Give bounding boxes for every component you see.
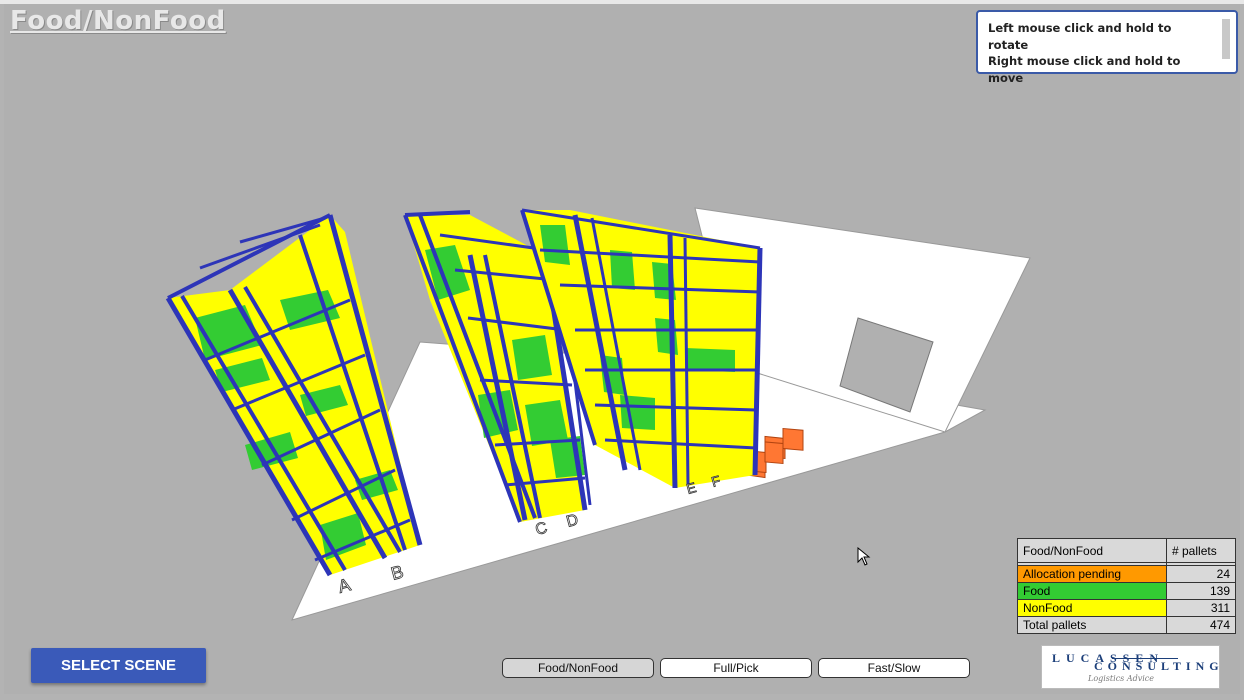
help-line-rotate: Left mouse click and hold to rotate xyxy=(988,21,1172,52)
legend-total-label: Total pallets xyxy=(1017,616,1167,634)
legend-count-header: # pallets xyxy=(1166,538,1236,563)
legend-label-pending: Allocation pending xyxy=(1017,565,1167,583)
legend-value-pending: 24 xyxy=(1166,565,1236,583)
legend-total-value: 474 xyxy=(1166,616,1236,634)
legend-value-nonfood: 311 xyxy=(1166,599,1236,617)
legend-label-nonfood: NonFood xyxy=(1017,599,1167,617)
help-line-move: Right mouse click and hold to xyxy=(988,54,1181,68)
logo-tagline: Logistics Advice xyxy=(1088,674,1155,683)
legend-table: Food/NonFood # pallets Allocation pendin… xyxy=(1017,538,1236,634)
help-line-move-end: move xyxy=(988,70,1024,85)
legend-header: Food/NonFood xyxy=(1017,538,1167,563)
select-scene-button[interactable]: SELECT SCENE xyxy=(31,648,206,683)
rack-a-b xyxy=(165,213,423,577)
food-nonfood-button[interactable]: Food/NonFood xyxy=(502,658,654,678)
help-box: Left mouse click and hold to rotate Righ… xyxy=(976,10,1238,85)
logo-line-2: CONSULTING xyxy=(1094,659,1224,673)
mouse-cursor-icon xyxy=(857,547,871,566)
full-pick-button[interactable]: Full/Pick xyxy=(660,658,812,678)
help-scrollbar[interactable] xyxy=(1222,19,1230,59)
company-logo: LUCASSEN CONSULTING Logistics Advice xyxy=(1041,645,1220,689)
legend-label-food: Food xyxy=(1017,582,1167,600)
legend-value-food: 139 xyxy=(1166,582,1236,600)
fast-slow-button[interactable]: Fast/Slow xyxy=(818,658,970,678)
page-title: Food/NonFood xyxy=(10,6,226,36)
